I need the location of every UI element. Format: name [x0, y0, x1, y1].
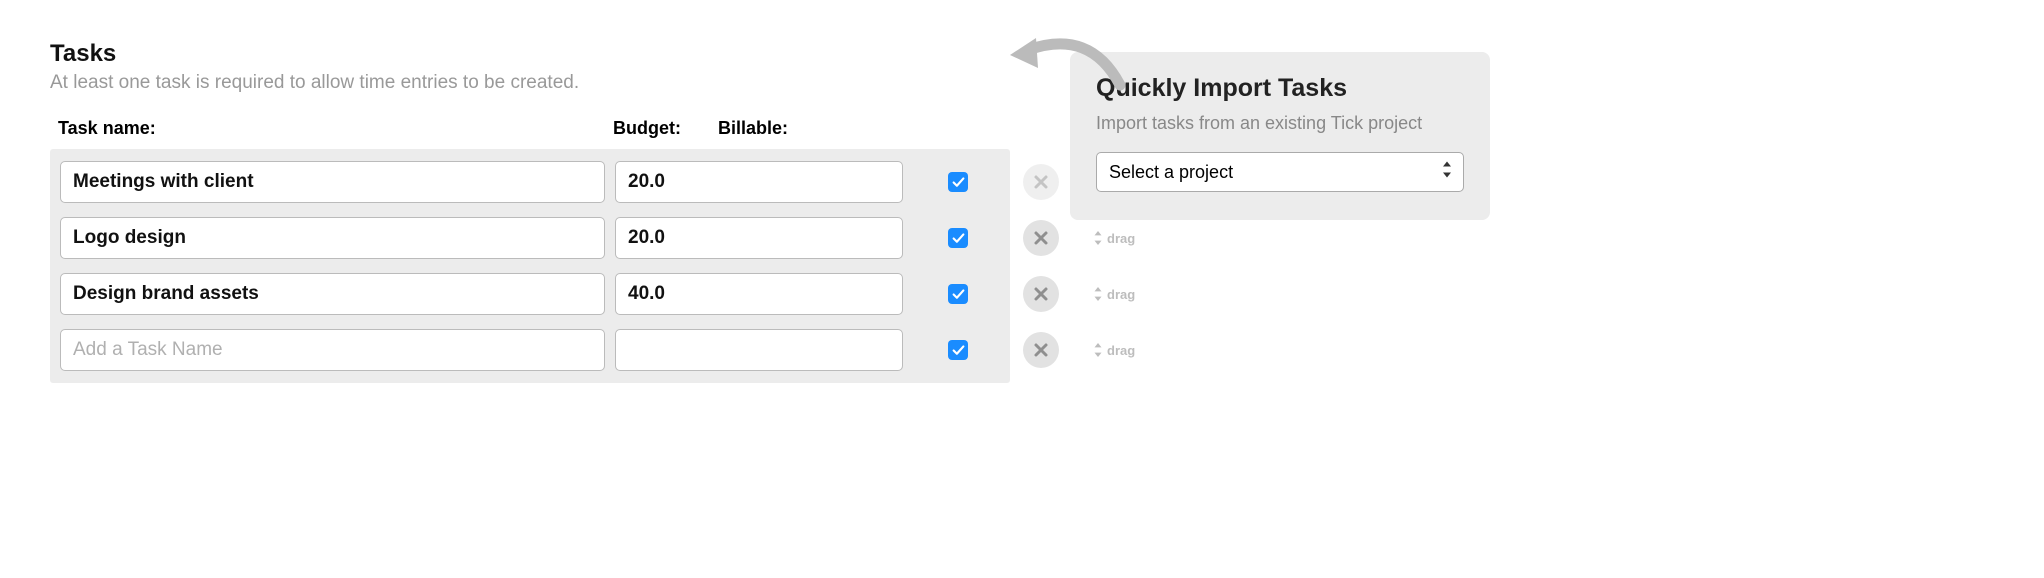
drag-handle[interactable]: drag: [1093, 287, 1135, 302]
drag-icon: [1093, 343, 1103, 357]
check-icon: [952, 232, 965, 245]
close-icon: [1033, 230, 1049, 246]
task-row: drag: [60, 217, 1000, 259]
import-panel: Quickly Import Tasks Import tasks from a…: [1070, 52, 1490, 220]
drag-icon: [1093, 231, 1103, 245]
check-icon: [952, 176, 965, 189]
curved-arrow-icon: [1000, 20, 1130, 95]
col-header-billable: Billable:: [718, 118, 818, 139]
tasks-section: Tasks At least one task is required to a…: [50, 40, 1010, 383]
task-name-input[interactable]: [60, 329, 605, 371]
task-row: drag: [60, 273, 1000, 315]
billable-checkbox[interactable]: [948, 172, 968, 192]
import-panel-wrap: Quickly Import Tasks Import tasks from a…: [1070, 40, 1490, 220]
task-budget-input[interactable]: [615, 217, 903, 259]
billable-checkbox[interactable]: [948, 228, 968, 248]
task-name-input[interactable]: [60, 161, 605, 203]
billable-checkbox[interactable]: [948, 340, 968, 360]
drag-icon: [1093, 287, 1103, 301]
delete-task-button[interactable]: [1023, 220, 1059, 256]
billable-checkbox[interactable]: [948, 284, 968, 304]
check-icon: [952, 344, 965, 357]
column-headers: Task name: Budget: Billable:: [50, 118, 1010, 149]
close-icon: [1033, 174, 1049, 190]
task-budget-input[interactable]: [615, 161, 903, 203]
drag-handle[interactable]: drag: [1093, 343, 1135, 358]
import-panel-subtitle: Import tasks from an existing Tick proje…: [1096, 113, 1464, 134]
close-icon: [1033, 286, 1049, 302]
task-row: drag: [60, 161, 1000, 203]
project-select[interactable]: Select a project: [1096, 152, 1464, 192]
task-budget-input[interactable]: [615, 329, 903, 371]
task-budget-input[interactable]: [615, 273, 903, 315]
tasks-subtitle: At least one task is required to allow t…: [50, 72, 1010, 94]
task-name-input[interactable]: [60, 273, 605, 315]
delete-task-button[interactable]: [1023, 332, 1059, 368]
close-icon: [1033, 342, 1049, 358]
col-header-name: Task name:: [58, 118, 613, 139]
import-panel-title: Quickly Import Tasks: [1096, 74, 1464, 103]
delete-task-button[interactable]: [1023, 164, 1059, 200]
drag-handle[interactable]: drag: [1093, 231, 1135, 246]
tasks-table: drag drag: [50, 149, 1010, 383]
task-name-input[interactable]: [60, 217, 605, 259]
delete-task-button[interactable]: [1023, 276, 1059, 312]
tasks-title: Tasks: [50, 40, 1010, 68]
task-row: drag: [60, 329, 1000, 371]
col-header-budget: Budget:: [613, 118, 718, 139]
check-icon: [952, 288, 965, 301]
